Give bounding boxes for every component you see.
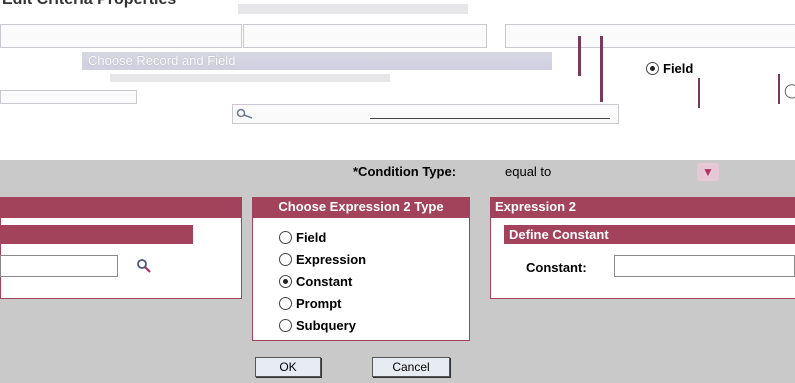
radio-label: Prompt <box>296 295 342 311</box>
radio-label: Field <box>663 61 694 76</box>
radio-option-subquery[interactable]: Subquery <box>279 314 366 336</box>
faded-record-input <box>0 90 137 104</box>
radio-button[interactable] <box>279 252 292 266</box>
search-icon[interactable] <box>236 108 254 123</box>
radio-option-constant[interactable]: Constant <box>279 270 366 292</box>
condition-type-value[interactable]: equal to <box>505 164 551 179</box>
expression-2-type-options: Field Expression Constant Prompt Subquer… <box>279 226 366 336</box>
expression-1-subheader <box>0 225 193 244</box>
radio-label: Field <box>296 229 327 245</box>
radio-button[interactable] <box>279 296 292 310</box>
radio-label: Subquery <box>296 317 356 333</box>
expression-2-type-header: Choose Expression 2 Type <box>252 197 470 217</box>
define-constant-header: Define Constant <box>504 225 795 244</box>
constant-input[interactable] <box>614 255 795 277</box>
choose-record-field-header: Choose Record and Field <box>82 52 552 70</box>
expression-1-field-input[interactable] <box>0 255 118 277</box>
radio-label: Expression <box>296 251 367 267</box>
faded-field-input <box>232 104 619 124</box>
faded-toolbar <box>238 4 468 14</box>
faded-underline <box>370 118 610 119</box>
search-icon[interactable] <box>136 258 152 277</box>
faded-divider <box>778 74 780 104</box>
radio-option-expression[interactable]: Expression <box>279 248 366 270</box>
condition-type-label: *Condition Type: <box>353 164 457 179</box>
faded-divider <box>600 36 603 102</box>
cancel-button[interactable]: Cancel <box>372 357 450 377</box>
ok-button[interactable]: OK <box>255 357 321 377</box>
radio-option-field[interactable]: Field <box>279 226 366 248</box>
expression-1-header <box>0 197 242 217</box>
radio-button[interactable] <box>646 62 659 75</box>
constant-label: Constant: <box>526 260 587 275</box>
faded-expression-2-box <box>505 24 795 48</box>
faded-divider <box>578 36 581 76</box>
faded-record-label <box>110 74 390 82</box>
radio-field-option-top[interactable]: Field <box>646 61 693 76</box>
faded-divider <box>698 78 700 108</box>
radio-button[interactable] <box>279 274 292 288</box>
radio-button[interactable] <box>279 230 292 244</box>
page-title: Edit Criteria Properties <box>2 0 176 9</box>
radio-button-partial[interactable]: ◯ <box>784 82 795 99</box>
faded-expression-type-box <box>243 24 487 48</box>
radio-button[interactable] <box>279 318 292 332</box>
radio-option-prompt[interactable]: Prompt <box>279 292 366 314</box>
chevron-down-icon[interactable]: ▼ <box>697 163 719 181</box>
faded-expression-1-box <box>0 24 242 48</box>
expression-2-header: Expression 2 <box>490 197 795 217</box>
radio-label: Constant <box>296 273 353 289</box>
